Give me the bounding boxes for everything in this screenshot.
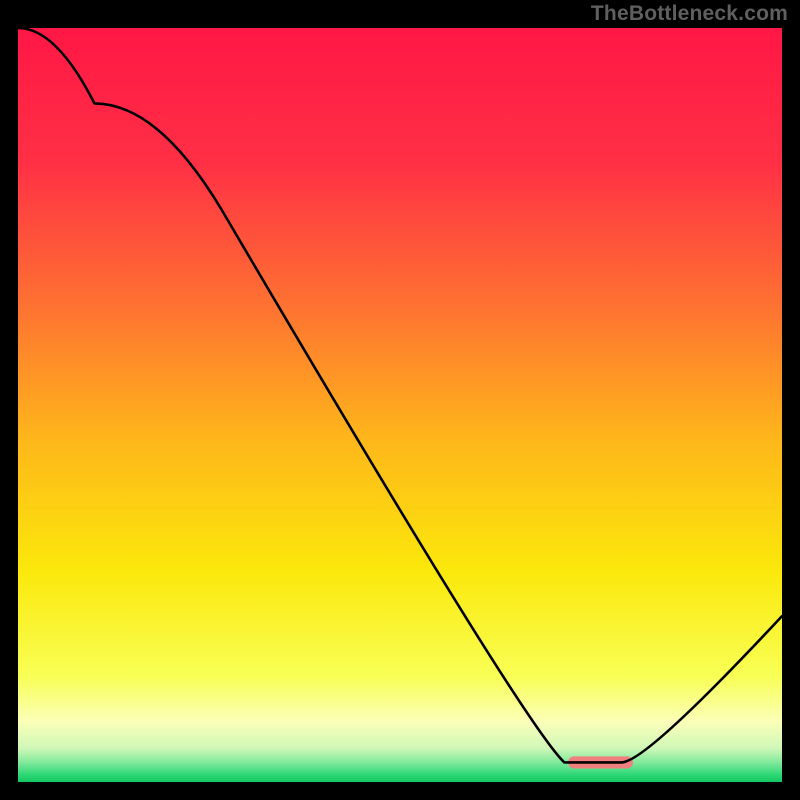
plot-background	[18, 28, 782, 782]
watermark-text: TheBottleneck.com	[591, 2, 788, 26]
plot-area	[18, 28, 782, 782]
chart-container: TheBottleneck.com	[0, 0, 800, 800]
plot-svg	[18, 28, 782, 782]
